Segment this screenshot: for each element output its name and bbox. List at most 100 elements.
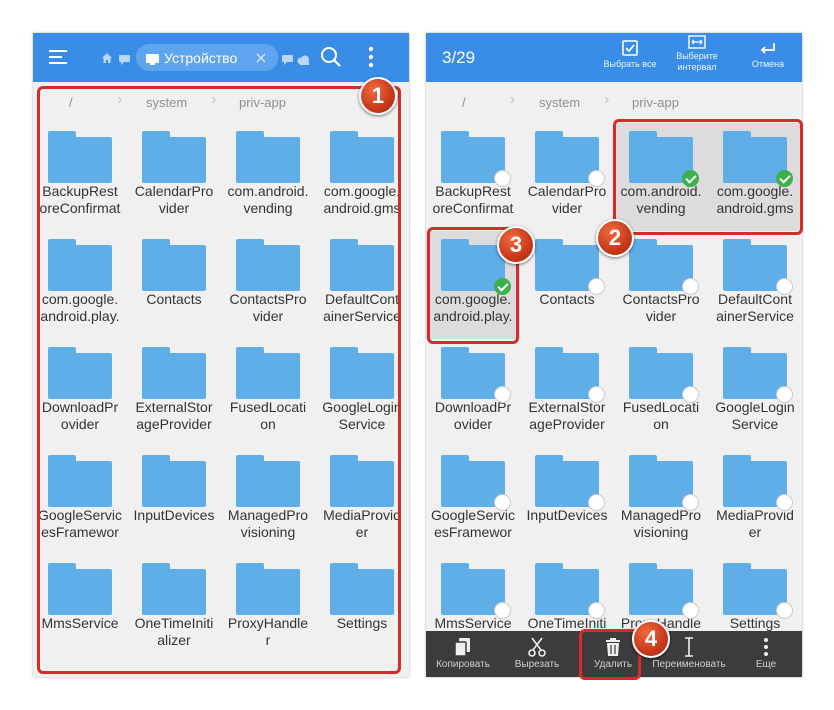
- unchecked-circle-icon[interactable]: [588, 494, 605, 511]
- unchecked-circle-icon[interactable]: [588, 170, 605, 187]
- scissors-icon: [504, 635, 570, 657]
- folder-item[interactable]: OneTimeInitializer: [127, 555, 221, 663]
- folder-item[interactable]: com.android. vending: [614, 123, 708, 231]
- folder-label-line: FusedLocati: [229, 399, 307, 415]
- folder-label-line: esFramewor: [41, 524, 119, 540]
- device-tab-label: Устройство: [164, 50, 238, 66]
- folder-item[interactable]: GoogleLogin Service: [708, 339, 802, 447]
- folder-item[interactable]: InputDevices: [520, 447, 614, 555]
- folder-item[interactable]: MediaProvid er: [315, 447, 409, 555]
- more-vert-icon[interactable]: [366, 46, 376, 68]
- folder-item[interactable]: DownloadPr ovider: [426, 339, 520, 447]
- folder-label-line: BackupRest: [435, 183, 511, 199]
- breadcrumb-root[interactable]: /: [462, 95, 466, 110]
- folder-label-line: Contacts: [539, 291, 595, 307]
- folder-item[interactable]: GoogleLogin Service: [315, 339, 409, 447]
- folder-item[interactable]: Contacts: [127, 231, 221, 339]
- unchecked-circle-icon[interactable]: [588, 278, 605, 295]
- close-tab-icon[interactable]: [255, 51, 267, 63]
- folder-item[interactable]: MmsService: [33, 555, 127, 663]
- chevron-right-icon: ›: [604, 91, 610, 108]
- folder-item[interactable]: DefaultCont ainerService: [708, 231, 802, 339]
- unchecked-circle-icon[interactable]: [776, 602, 793, 619]
- select-all-button[interactable]: Выбрать все: [593, 35, 667, 70]
- checked-circle-icon[interactable]: [494, 278, 511, 295]
- cancel-button[interactable]: Отмена: [731, 35, 802, 70]
- unchecked-circle-icon[interactable]: [494, 602, 511, 619]
- checked-circle-icon[interactable]: [682, 170, 699, 187]
- folder-item[interactable]: DownloadPr ovider: [33, 339, 127, 447]
- unchecked-circle-icon[interactable]: [776, 494, 793, 511]
- folder-item[interactable]: GoogleServic esFramewor: [33, 447, 127, 555]
- breadcrumb-priv-app[interactable]: priv-app: [239, 95, 286, 110]
- folder-label-line: DownloadPr: [41, 399, 119, 415]
- folder-icon: [330, 455, 394, 507]
- folder-item[interactable]: ProxyHandler: [221, 555, 315, 663]
- breadcrumb-system[interactable]: system: [146, 95, 187, 110]
- unchecked-circle-icon[interactable]: [588, 602, 605, 619]
- copy-button[interactable]: Копировать: [430, 631, 496, 677]
- more-button[interactable]: Еще: [736, 631, 796, 677]
- checked-circle-icon[interactable]: [776, 170, 793, 187]
- unchecked-circle-icon[interactable]: [682, 602, 699, 619]
- folder-item[interactable]: ContactsPro vider: [221, 231, 315, 339]
- folder-item[interactable]: Settings: [315, 555, 409, 663]
- folder-label-line: InputDevices: [526, 507, 608, 523]
- select-interval-button[interactable]: Выберите интервал: [662, 33, 732, 73]
- unchecked-circle-icon[interactable]: [776, 278, 793, 295]
- folder-item[interactable]: com.android. vending: [221, 123, 315, 231]
- chevron-right-icon: ›: [211, 91, 217, 108]
- folder-item[interactable]: FusedLocati on: [221, 339, 315, 447]
- cut-button[interactable]: Вырезать: [504, 631, 570, 677]
- breadcrumb-root[interactable]: /: [69, 95, 73, 110]
- folder-item[interactable]: ManagedPro visioning: [221, 447, 315, 555]
- unchecked-circle-icon[interactable]: [588, 386, 605, 403]
- search-icon[interactable]: [320, 46, 342, 68]
- folder-label: MmsService: [426, 615, 524, 632]
- folder-label-line: OneTimeIniti: [527, 615, 607, 631]
- folder-label: DownloadPr ovider: [33, 399, 131, 433]
- folder-label: DownloadPr ovider: [426, 399, 524, 433]
- folder-label-line: BackupRest: [42, 183, 118, 199]
- breadcrumb-system[interactable]: system: [539, 95, 580, 110]
- step-badge-3: 3: [497, 226, 535, 264]
- folder-item[interactable]: GoogleServic esFramewor: [426, 447, 520, 555]
- step-badge-1: 1: [359, 77, 397, 115]
- step-badge-2: 2: [596, 219, 634, 257]
- folder-label-line: android.gms: [323, 200, 401, 216]
- folder-label-line: vider: [645, 308, 677, 324]
- breadcrumb: / › system › priv-app: [33, 85, 409, 119]
- menu-icon[interactable]: [47, 47, 69, 67]
- folder-item[interactable]: MediaProvid er: [708, 447, 802, 555]
- folder-item[interactable]: com.google. android.gms: [315, 123, 409, 231]
- unchecked-circle-icon[interactable]: [682, 278, 699, 295]
- unchecked-circle-icon[interactable]: [494, 494, 511, 511]
- cloud-icon[interactable]: [297, 52, 310, 65]
- unchecked-circle-icon[interactable]: [494, 386, 511, 403]
- unchecked-circle-icon[interactable]: [682, 494, 699, 511]
- file-manager-selection-panel: 3/29 Выбрать все Выберите интервал Отмен…: [426, 33, 802, 677]
- folder-item[interactable]: ExternalStor ageProvider: [520, 339, 614, 447]
- unchecked-circle-icon[interactable]: [682, 386, 699, 403]
- folder-item[interactable]: DefaultCont ainerService: [315, 231, 409, 339]
- device-tab[interactable]: Устройство: [136, 44, 278, 71]
- folder-item[interactable]: ExternalStor ageProvider: [127, 339, 221, 447]
- unchecked-circle-icon[interactable]: [776, 386, 793, 403]
- folder-icon: [142, 563, 206, 615]
- folder-item[interactable]: CalendarPro vider: [127, 123, 221, 231]
- chat-icon[interactable]: [119, 52, 130, 65]
- folder-item[interactable]: ManagedPro visioning: [614, 447, 708, 555]
- folder-label-line: com.google.: [434, 291, 512, 307]
- folder-item[interactable]: com.google. android.gms: [708, 123, 802, 231]
- folder-item[interactable]: com.google. android.play.: [33, 231, 127, 339]
- breadcrumb-priv-app[interactable]: priv-app: [632, 95, 679, 110]
- folder-label-line: esFramewor: [434, 524, 512, 540]
- folder-item[interactable]: CalendarPro vider: [520, 123, 614, 231]
- folder-item[interactable]: BackupRest oreConfirmat: [426, 123, 520, 231]
- chat-icon-2[interactable]: [282, 52, 293, 65]
- folder-item[interactable]: FusedLocati on: [614, 339, 708, 447]
- folder-item[interactable]: BackupRest oreConfirmat: [33, 123, 127, 231]
- folder-item[interactable]: InputDevices: [127, 447, 221, 555]
- unchecked-circle-icon[interactable]: [494, 170, 511, 187]
- home-icon[interactable]: [101, 51, 113, 63]
